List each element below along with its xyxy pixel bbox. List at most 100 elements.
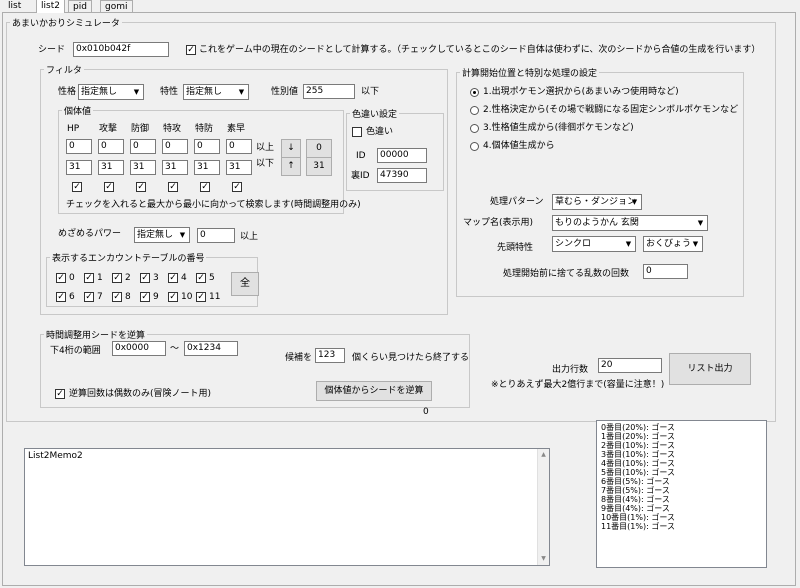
- encount-checkbox-1[interactable]: ✓: [84, 273, 94, 283]
- ability-select[interactable]: 指定無し ▼: [183, 84, 249, 100]
- encount-checkbox-9[interactable]: ✓: [140, 292, 150, 302]
- list-output-button[interactable]: リスト出力: [669, 353, 751, 385]
- iv-reverse-checkbox-1[interactable]: ✓: [104, 182, 114, 192]
- encount-checkbox-2[interactable]: ✓: [112, 273, 122, 283]
- hidden-power-input[interactable]: 0: [197, 228, 235, 243]
- iv-header-5: 素早: [227, 124, 246, 134]
- encount-checkbox-0[interactable]: ✓: [56, 273, 66, 283]
- id-label: ID: [356, 151, 366, 161]
- encount-all-button[interactable]: 全: [231, 272, 259, 296]
- nature-select[interactable]: 指定無し ▼: [78, 84, 144, 100]
- scroll-down-icon[interactable]: ▼: [538, 553, 549, 565]
- iv-down-button[interactable]: ↓: [281, 139, 301, 158]
- result-row[interactable]: 6番目(5%): ゴース: [601, 477, 762, 486]
- result-list[interactable]: 0番目(20%): ゴース 1番目(20%): ゴース 2番目(10%): ゴース 3…: [596, 420, 767, 568]
- iv-min-input-5[interactable]: 0: [226, 139, 252, 154]
- result-row[interactable]: 8番目(4%): ゴース: [601, 495, 762, 504]
- encount-group-title: 表示するエンカウントテーブルの番号: [52, 254, 205, 264]
- encount-checkbox-6[interactable]: ✓: [56, 292, 66, 302]
- memo-textarea[interactable]: List2Memo2 ▲ ▼: [24, 448, 550, 566]
- result-row[interactable]: 0番目(20%): ゴース: [601, 423, 762, 432]
- output-rows-input[interactable]: 20: [598, 358, 662, 373]
- shiny-checkbox[interactable]: [352, 127, 362, 137]
- iv-max-input-5[interactable]: 31: [226, 160, 252, 175]
- iv-min-input-2[interactable]: 0: [130, 139, 156, 154]
- calc-option-4-label: 4.個体値生成から: [483, 141, 555, 151]
- encount-label-1: 1: [97, 273, 103, 283]
- tab-gomi[interactable]: gomi: [100, 0, 133, 12]
- tab-list2[interactable]: list2: [36, 0, 65, 13]
- iv-set-31-button[interactable]: 31: [306, 157, 332, 176]
- pattern-select[interactable]: 草むら・ダンジョン ▼: [552, 194, 642, 210]
- result-row[interactable]: 3番目(10%): ゴース: [601, 450, 762, 459]
- calc-option-2-label: 2.性格決定から(その場で戦闘になる固定シンボルポケモンなど: [483, 105, 739, 115]
- encount-label-8: 8: [125, 292, 131, 302]
- iv-max-input-3[interactable]: 31: [162, 160, 188, 175]
- encount-label-3: 3: [153, 273, 159, 283]
- iv-reverse-checkbox-4[interactable]: ✓: [200, 182, 210, 192]
- result-row[interactable]: 10番目(1%): ゴース: [601, 513, 762, 522]
- iv-max-input-0[interactable]: 31: [66, 160, 92, 175]
- calc-option-1-radio[interactable]: [470, 88, 479, 97]
- tab-pid[interactable]: pid: [68, 0, 92, 12]
- result-row[interactable]: 5番目(10%): ゴース: [601, 468, 762, 477]
- range-to-input[interactable]: 0x1234: [184, 341, 238, 356]
- memo-scrollbar[interactable]: ▲ ▼: [537, 449, 549, 565]
- seed-input[interactable]: 0x010b042f: [73, 42, 169, 57]
- scroll-up-icon[interactable]: ▲: [538, 449, 549, 461]
- chevron-down-icon: ▼: [697, 219, 704, 227]
- even-only-label: 逆算回数は偶数のみ(冒険ノート用): [69, 389, 212, 399]
- iv-min-input-0[interactable]: 0: [66, 139, 92, 154]
- calc-option-4-radio[interactable]: [470, 142, 479, 151]
- iv-reverse-checkbox-5[interactable]: ✓: [232, 182, 242, 192]
- encount-checkbox-7[interactable]: ✓: [84, 292, 94, 302]
- iv-min-input-4[interactable]: 0: [194, 139, 220, 154]
- iv-reverse-checkbox-3[interactable]: ✓: [168, 182, 178, 192]
- result-row[interactable]: 9番目(4%): ゴース: [601, 504, 762, 513]
- tab-list[interactable]: list: [4, 0, 26, 12]
- encount-checkbox-3[interactable]: ✓: [140, 273, 150, 283]
- encount-label-7: 7: [97, 292, 103, 302]
- result-row[interactable]: 4番目(10%): ゴース: [601, 459, 762, 468]
- sid-label: 裏ID: [351, 171, 370, 181]
- reverse-seed-button[interactable]: 個体値からシードを逆算: [316, 381, 432, 401]
- sid-input[interactable]: 47390: [377, 168, 427, 183]
- iv-max-input-4[interactable]: 31: [194, 160, 220, 175]
- calc-option-3-radio[interactable]: [470, 124, 479, 133]
- iv-reverse-checkbox-2[interactable]: ✓: [136, 182, 146, 192]
- ability-label: 特性: [160, 87, 179, 97]
- result-row[interactable]: 2番目(10%): ゴース: [601, 441, 762, 450]
- iv-set-0-button[interactable]: 0: [306, 139, 332, 158]
- lead-nature-select[interactable]: おくびょう ▼: [643, 236, 703, 252]
- encount-checkbox-4[interactable]: ✓: [168, 273, 178, 283]
- calc-option-2-radio[interactable]: [470, 106, 479, 115]
- lead-ability-select[interactable]: シンクロ ▼: [552, 236, 636, 252]
- ability-select-value: 指定無し: [186, 87, 223, 97]
- result-row[interactable]: 11番目(1%): ゴース: [601, 522, 762, 531]
- map-select[interactable]: もりのようかん 玄関 ▼: [552, 215, 708, 231]
- result-row[interactable]: 1番目(20%): ゴース: [601, 432, 762, 441]
- discard-label: 処理開始前に捨てる乱数の回数: [503, 269, 630, 279]
- encount-label-6: 6: [69, 292, 75, 302]
- iv-header-1: 攻撃: [99, 124, 118, 134]
- hidden-power-type-select[interactable]: 指定無し ▼: [134, 227, 190, 243]
- iv-min-input-1[interactable]: 0: [98, 139, 124, 154]
- encount-checkbox-5[interactable]: ✓: [196, 273, 206, 283]
- encount-checkbox-11[interactable]: ✓: [196, 292, 206, 302]
- encount-checkbox-10[interactable]: ✓: [168, 292, 178, 302]
- iv-max-input-2[interactable]: 31: [130, 160, 156, 175]
- seed-current-checkbox[interactable]: ✓: [186, 45, 196, 55]
- iv-up-button[interactable]: ↑: [281, 157, 301, 176]
- even-only-checkbox[interactable]: ✓: [55, 389, 65, 399]
- gender-input[interactable]: 255: [303, 84, 355, 99]
- discard-input[interactable]: 0: [643, 264, 688, 279]
- id-input[interactable]: 00000: [377, 148, 427, 163]
- pattern-select-value: 草むら・ダンジョン: [555, 197, 637, 207]
- iv-min-input-3[interactable]: 0: [162, 139, 188, 154]
- iv-reverse-checkbox-0[interactable]: ✓: [72, 182, 82, 192]
- result-row[interactable]: 7番目(5%): ゴース: [601, 486, 762, 495]
- iv-max-input-1[interactable]: 31: [98, 160, 124, 175]
- encount-checkbox-8[interactable]: ✓: [112, 292, 122, 302]
- range-from-input[interactable]: 0x0000: [112, 341, 166, 356]
- candidate-input[interactable]: 123: [315, 348, 345, 363]
